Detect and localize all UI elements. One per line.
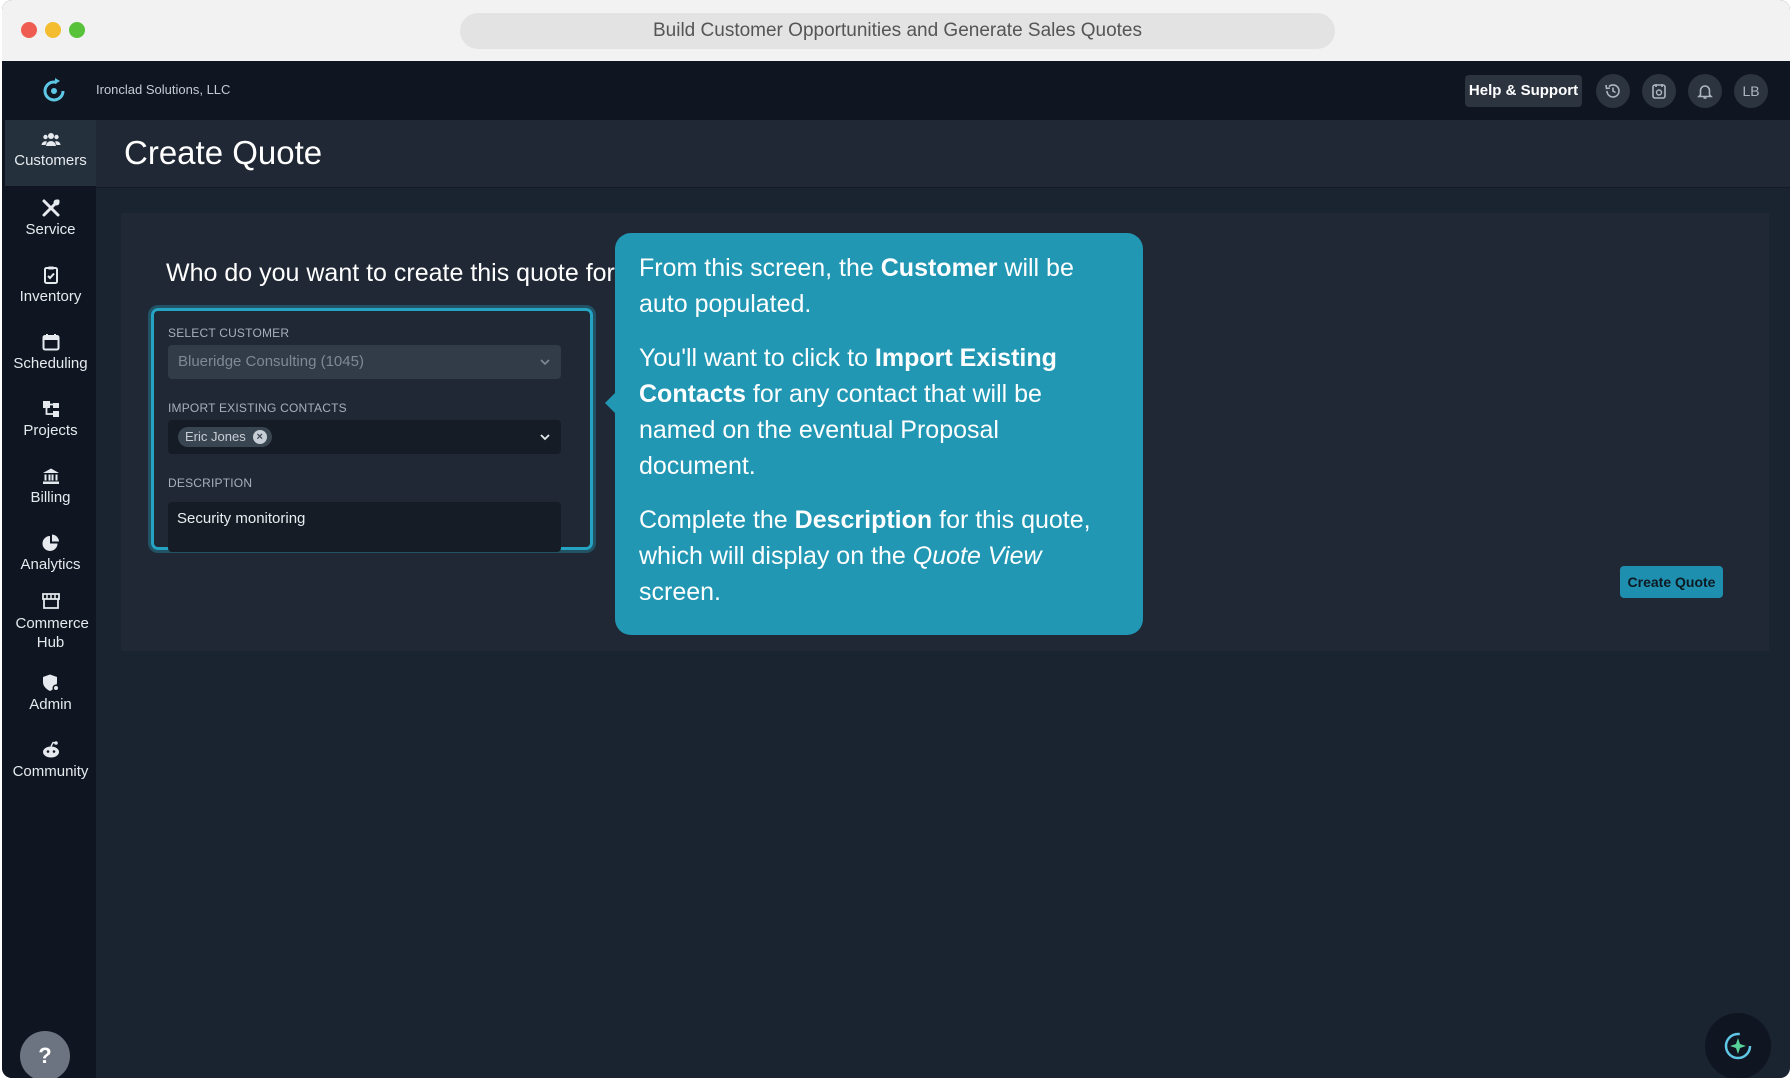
tooltip-paragraph-1: From this screen, the Customer will be a… xyxy=(639,254,1074,318)
ai-sparkle-icon xyxy=(1724,1032,1752,1060)
page-title: Create Quote xyxy=(124,134,323,171)
browser-titlebar: Build Customer Opportunities and Generat… xyxy=(2,0,1790,62)
remove-chip-icon[interactable]: × xyxy=(252,430,267,444)
chevron-down-icon xyxy=(540,434,550,441)
projects-icon xyxy=(42,401,59,417)
chevron-down-icon xyxy=(540,359,550,366)
user-avatar[interactable]: LB xyxy=(1734,74,1768,108)
community-icon xyxy=(42,741,59,758)
help-question-button[interactable]: ? xyxy=(20,1031,70,1078)
help-support-button[interactable]: Help & Support xyxy=(1465,75,1582,107)
sidebar-item-commerce-hub[interactable]: Commerce Hub xyxy=(5,591,96,652)
timesheet-icon xyxy=(1652,84,1666,99)
customer-label: SELECT CUSTOMER xyxy=(168,326,290,340)
quote-question-heading: Who do you want to create this quote for… xyxy=(166,259,629,287)
history-icon xyxy=(1605,84,1620,98)
app-window: Build Customer Opportunities and Generat… xyxy=(2,0,1790,1078)
pie-chart-icon xyxy=(42,534,59,551)
sidebar-item-admin[interactable]: Admin xyxy=(5,673,96,713)
customer-select[interactable]: Blueridge Consulting (1045) xyxy=(168,345,561,379)
sidebar-item-label: Inventory xyxy=(19,288,82,305)
page-header: Create Quote xyxy=(96,120,1790,188)
sidebar-item-label: Scheduling xyxy=(13,355,88,372)
address-bar[interactable]: Build Customer Opportunities and Generat… xyxy=(460,13,1335,49)
top-navbar: Ironclad Solutions, LLC Help & Support L… xyxy=(2,61,1790,120)
sidebar-item-label: Service xyxy=(25,221,76,238)
sidebar-item-label: Community xyxy=(12,763,89,780)
sidebar-item-label: Projects xyxy=(23,422,78,439)
sidebar-item-label: Analytics xyxy=(20,556,81,573)
description-label: DESCRIPTION xyxy=(168,476,253,490)
timesheet-button[interactable] xyxy=(1642,74,1676,108)
ai-assistant-button[interactable] xyxy=(1705,1013,1771,1078)
create-quote-button[interactable]: Create Quote xyxy=(1620,566,1723,598)
contact-chip-label: Eric Jones xyxy=(185,429,246,444)
sidebar-item-community[interactable]: Community xyxy=(5,740,96,780)
company-name: Ironclad Solutions, LLC xyxy=(96,82,231,97)
sidebar-item-service[interactable]: Service xyxy=(5,198,96,238)
tools-icon xyxy=(42,199,59,217)
bank-icon xyxy=(42,468,59,484)
sidebar-item-label: Customers xyxy=(14,152,87,169)
sidebar-item-label: Billing xyxy=(30,489,71,506)
contacts-label: IMPORT EXISTING CONTACTS xyxy=(168,401,347,415)
customer-select-value: Blueridge Consulting (1045) xyxy=(178,353,364,370)
sidebar-item-label: Admin xyxy=(29,696,72,713)
description-textarea[interactable]: Security monitoring xyxy=(168,502,561,552)
sidebar-item-projects[interactable]: Projects xyxy=(5,399,96,439)
sidebar-item-billing[interactable]: Billing xyxy=(5,466,96,506)
clipboard-icon xyxy=(43,266,58,284)
notifications-button[interactable] xyxy=(1688,74,1722,108)
app-logo-icon[interactable] xyxy=(39,75,69,105)
contact-chip: Eric Jones × xyxy=(178,427,272,447)
history-button[interactable] xyxy=(1596,74,1630,108)
sidebar-nav: Customers Service Inventory Scheduling P… xyxy=(2,120,96,1078)
tooltip-arrow xyxy=(605,393,615,413)
tooltip-paragraph-3: Complete the Description for this quote,… xyxy=(639,506,1091,606)
contacts-select[interactable]: Eric Jones × xyxy=(168,420,561,454)
sidebar-item-customers[interactable]: Customers xyxy=(5,120,96,186)
store-icon xyxy=(41,593,60,609)
sidebar-item-inventory[interactable]: Inventory xyxy=(5,265,96,305)
sidebar-item-scheduling[interactable]: Scheduling xyxy=(5,332,96,372)
close-window-button[interactable] xyxy=(21,22,37,38)
calendar-icon xyxy=(42,334,59,351)
bell-icon xyxy=(1697,85,1713,99)
admin-icon xyxy=(42,674,59,692)
tooltip-paragraph-2: You'll want to click to Import Existing … xyxy=(639,344,1057,480)
minimize-window-button[interactable] xyxy=(45,22,61,38)
customers-icon xyxy=(41,133,60,146)
sidebar-item-analytics[interactable]: Analytics xyxy=(5,533,96,573)
sidebar-item-label: Commerce Hub xyxy=(15,615,89,651)
maximize-window-button[interactable] xyxy=(69,22,85,38)
guide-tooltip: From this screen, the Customer will be a… xyxy=(605,233,1143,635)
quote-form: SELECT CUSTOMER Blueridge Consulting (10… xyxy=(151,308,593,552)
